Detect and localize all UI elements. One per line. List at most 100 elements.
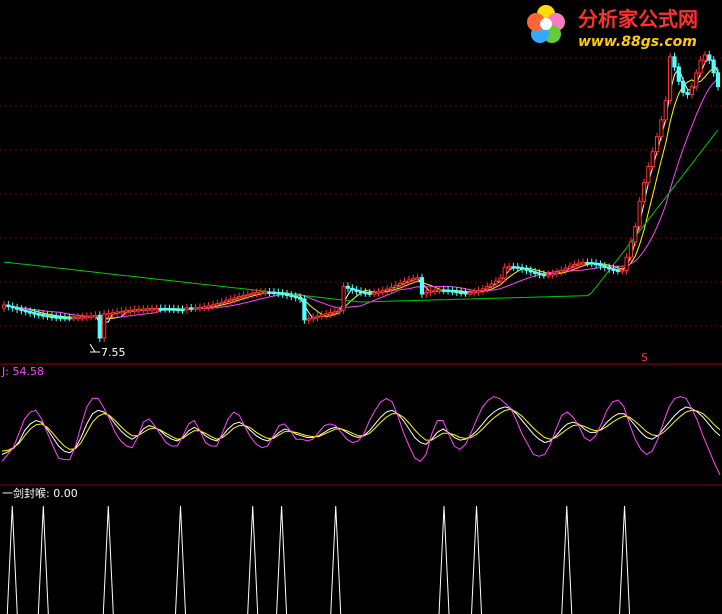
candle-body xyxy=(593,262,599,266)
kdj-line-2 xyxy=(1,408,721,452)
candle-body xyxy=(376,291,381,294)
candle-body xyxy=(250,292,255,296)
candle-body xyxy=(672,56,677,68)
candle-body xyxy=(197,306,203,310)
kdj-j-label: J: 54.58 xyxy=(1,365,44,378)
candle-body xyxy=(454,290,459,294)
candle-body xyxy=(71,316,76,320)
candle-body xyxy=(258,291,263,295)
candle-body xyxy=(241,294,246,298)
candle-body xyxy=(289,294,294,297)
kdj-indicator xyxy=(1,396,721,476)
candle-body xyxy=(371,292,377,295)
candle-body xyxy=(598,263,603,267)
site-watermark[interactable]: 分析家公式网 www.88gs.com xyxy=(527,5,698,50)
candle-body xyxy=(141,308,146,311)
candle-body xyxy=(367,292,372,295)
candle-body xyxy=(463,292,468,295)
signal-spike xyxy=(561,505,573,614)
candle-body xyxy=(676,66,681,82)
candle-body xyxy=(607,266,612,270)
candle-body xyxy=(398,282,403,286)
candle-body xyxy=(32,312,37,315)
candle-body xyxy=(210,304,216,307)
candle-body xyxy=(472,291,477,294)
candle-body xyxy=(424,291,429,295)
candle-body xyxy=(189,307,194,310)
candle-body xyxy=(315,315,320,319)
signal-spike xyxy=(247,505,259,614)
candle-body xyxy=(162,308,168,311)
brand-name: 分析家公式网 xyxy=(578,7,698,31)
candle-body xyxy=(28,311,33,314)
candle-body xyxy=(646,165,651,184)
candle-body xyxy=(546,273,551,277)
signal-spike xyxy=(619,505,631,614)
candle-body xyxy=(62,316,68,320)
candle-body xyxy=(358,290,364,294)
candle-body xyxy=(589,262,594,265)
moving-average-lines xyxy=(3,57,719,324)
candle-body xyxy=(467,292,472,295)
candle-body xyxy=(45,314,50,318)
candle-body xyxy=(202,306,207,309)
candle-body xyxy=(432,289,438,293)
candle-body xyxy=(88,315,94,318)
candle-body xyxy=(624,256,629,271)
candle-body xyxy=(267,291,272,295)
candle-body xyxy=(668,56,673,101)
signal-spike xyxy=(276,505,288,614)
candle-body xyxy=(324,313,329,316)
candle-body xyxy=(319,314,324,317)
candle-body xyxy=(110,312,115,315)
candle-body xyxy=(450,290,455,293)
flower-logo-icon xyxy=(527,5,565,43)
candle-body xyxy=(41,314,46,317)
candle-body xyxy=(332,310,337,314)
candle-body xyxy=(694,72,699,88)
candle-body xyxy=(602,265,607,268)
candle-body xyxy=(576,262,581,266)
candle-body xyxy=(363,291,368,295)
candle-body xyxy=(115,311,120,314)
signal-marker-s: S xyxy=(641,351,648,364)
candle-body xyxy=(685,91,690,96)
candle-body xyxy=(506,266,512,269)
candle-body xyxy=(171,308,176,311)
stock-chart[interactable]: 7.55 S J: 54.58 一剑封喉: 0.00 分析家公式网 www.88… xyxy=(0,0,722,614)
candle-body xyxy=(502,266,507,279)
candle-body xyxy=(620,269,625,273)
candle-body xyxy=(84,315,89,319)
candle-body xyxy=(528,269,533,273)
candle-body xyxy=(306,318,311,321)
candle-body xyxy=(245,293,250,297)
candle-body xyxy=(698,59,703,74)
candle-body xyxy=(402,281,407,284)
candle-body xyxy=(145,308,150,311)
signal-spikes xyxy=(6,505,631,614)
candle-body xyxy=(311,316,316,320)
kdj-line-1 xyxy=(1,406,721,455)
candle-body xyxy=(437,289,442,292)
candle-body xyxy=(493,280,499,285)
candle-body xyxy=(572,263,577,267)
signal-label: 一剑封喉: 0.00 xyxy=(2,486,78,500)
candle-body xyxy=(498,277,503,282)
candle-body xyxy=(380,290,385,293)
candle-body xyxy=(354,289,359,292)
signal-spike xyxy=(175,505,186,614)
candle-body xyxy=(611,268,616,271)
candle-body xyxy=(93,314,98,318)
candle-body xyxy=(132,309,137,312)
candle-body xyxy=(167,308,172,311)
candle-body xyxy=(563,267,568,271)
candle-body xyxy=(633,226,638,243)
candle-body xyxy=(637,200,642,228)
candle-body xyxy=(711,59,716,74)
candle-body xyxy=(54,316,59,319)
candle-body xyxy=(411,278,416,281)
candle-body xyxy=(585,262,590,265)
candle-body xyxy=(80,316,85,319)
candle-body xyxy=(136,308,142,312)
candle-body xyxy=(681,80,686,93)
